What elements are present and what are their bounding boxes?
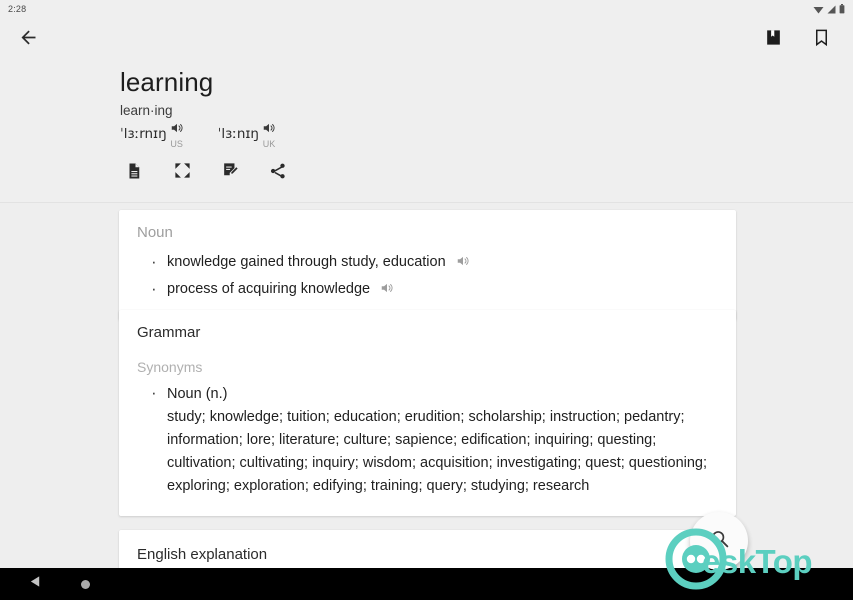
fullscreen-icon — [173, 161, 192, 185]
dictionary-book-icon — [764, 28, 783, 52]
fullscreen-button[interactable] — [168, 159, 196, 187]
speaker-icon[interactable] — [380, 279, 394, 304]
ipa-us: ˈlɜːrnɪŋ — [120, 126, 167, 142]
dictionary-book-button[interactable] — [759, 26, 787, 54]
noun-definition-list: knowledge gained through study, educatio… — [137, 249, 718, 304]
arrow-left-icon — [18, 27, 39, 53]
nav-home-button[interactable] — [70, 569, 100, 599]
nav-back-button[interactable] — [20, 569, 50, 599]
pronounce-us-button[interactable]: US — [170, 121, 184, 149]
search-icon — [709, 528, 730, 554]
nav-back-triangle-icon — [29, 575, 42, 593]
note-edit-button[interactable] — [216, 159, 244, 187]
card-english-explanation[interactable]: English explanation — [119, 530, 736, 568]
speaker-icon — [262, 121, 276, 140]
definition-item: process of acquiring knowledge — [137, 276, 718, 304]
ipa-uk: ˈlɜːnɪŋ — [217, 126, 259, 142]
status-bar-time: 2:28 — [8, 4, 27, 14]
back-button[interactable] — [14, 26, 42, 54]
word-tool-row — [120, 159, 853, 187]
app-bar-actions — [759, 26, 835, 54]
phonetic-us[interactable]: ˈlɜːrnɪŋ US — [120, 123, 184, 149]
wifi-icon — [813, 5, 824, 14]
synonyms-section-title: Synonyms — [137, 359, 203, 375]
card-grammar: Grammar Synonyms Noun (n.) study; knowle… — [119, 310, 736, 516]
status-bar-icons — [813, 4, 845, 14]
speaker-icon[interactable] — [456, 252, 470, 277]
phonetic-region-uk: UK — [262, 139, 276, 149]
share-icon — [269, 162, 287, 185]
search-fab[interactable] — [690, 512, 748, 570]
document-icon — [125, 162, 143, 185]
definition-item: knowledge gained through study, educatio… — [137, 249, 718, 277]
pronounce-uk-button[interactable]: UK — [262, 121, 276, 149]
app-bar — [0, 18, 853, 62]
phonetic-uk[interactable]: ˈlɜːnɪŋ UK — [218, 123, 276, 149]
signal-icon — [827, 5, 836, 14]
definition-text: knowledge gained through study, educatio… — [167, 254, 446, 270]
phonetic-region-us: US — [170, 139, 183, 149]
document-button[interactable] — [120, 159, 148, 187]
card-noun: Noun knowledge gained through study, edu… — [119, 210, 736, 320]
status-bar: 2:28 — [0, 0, 853, 18]
battery-icon — [839, 4, 845, 14]
card-noun-title: Noun — [137, 224, 173, 241]
android-nav-bar — [0, 568, 853, 600]
word-header: learning learn·ing ˈlɜːrnɪŋ US ˈlɜːnɪŋ U… — [0, 62, 853, 203]
syllable-breakdown: learn·ing — [120, 103, 173, 118]
synonyms-group: Noun (n.) study; knowledge; tuition; edu… — [137, 381, 718, 498]
headword: learning — [120, 67, 214, 97]
note-edit-icon — [221, 161, 240, 185]
synonyms-word-list: study; knowledge; tuition; education; er… — [167, 409, 708, 494]
card-grammar-title: Grammar — [137, 324, 201, 341]
definition-text: process of acquiring knowledge — [167, 281, 371, 297]
synonyms-pos-label: Noun (n.) — [137, 381, 718, 406]
bookmark-button[interactable] — [807, 26, 835, 54]
app-bar-left — [14, 26, 42, 54]
card-english-explanation-title: English explanation — [137, 546, 268, 563]
share-button[interactable] — [264, 159, 292, 187]
android-dictionary-app-screen: 2:28 learning learn·ing ˈlɜːrnɪŋ US ˈlɜː… — [0, 0, 853, 600]
speaker-icon — [170, 121, 184, 140]
bookmark-icon — [812, 28, 831, 52]
phonetics-row: ˈlɜːrnɪŋ US ˈlɜːnɪŋ UK — [120, 123, 853, 151]
nav-home-circle-icon — [80, 579, 90, 589]
